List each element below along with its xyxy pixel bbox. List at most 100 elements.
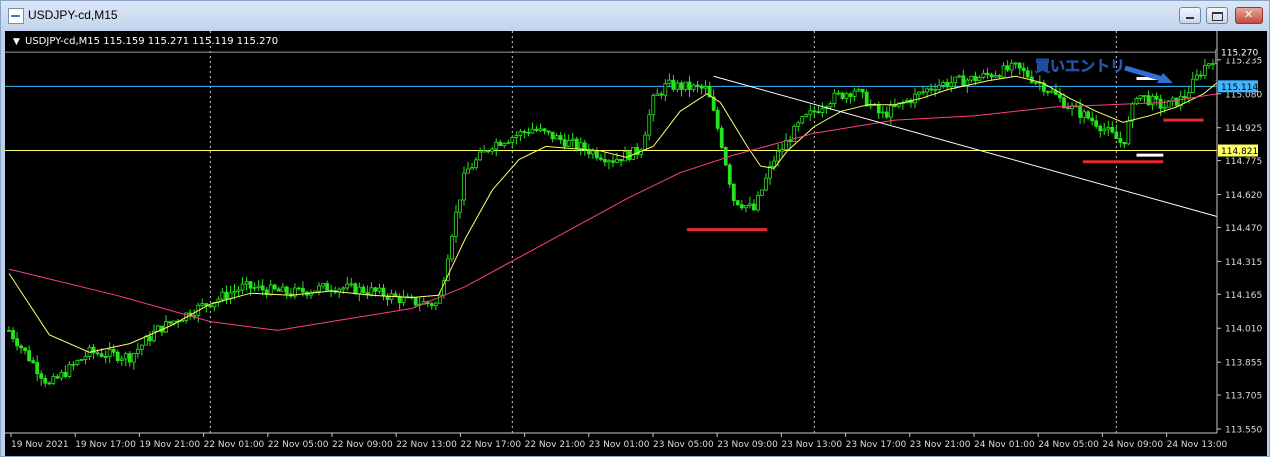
candle-body-129 [526,131,531,134]
candle-body-90 [369,287,374,295]
candle-body-15 [67,364,72,378]
candle-body-118 [482,150,487,153]
line-price-tag-0: 115.114 [1221,83,1258,93]
candle-body-267 [1082,111,1087,118]
candle-body-230 [933,89,938,91]
candle-body-66 [272,284,277,290]
candle-body-4 [23,347,28,351]
candle-body-261 [1058,93,1062,99]
chart-background [5,31,1267,456]
candle-body-200 [812,110,817,113]
x-tick-label-16: 24 Nov 05:00 [1038,440,1099,450]
candle-body-168 [683,81,688,90]
title-bar[interactable]: USDJPY-cd,M15 [1,1,1269,31]
candle-body-294 [1190,78,1195,93]
candle-body-35 [148,336,152,342]
x-tick-label-9: 23 Nov 01:00 [589,440,650,450]
candle-body-186 [756,194,760,211]
candle-body-112 [458,199,462,213]
candle-body-228 [925,88,929,93]
candle-body-135 [550,131,555,140]
candle-body-29 [123,353,128,360]
candle-body-114 [466,168,470,174]
entry-annotation-text: 買いエントリ [1035,57,1125,75]
candle-body-199 [808,110,813,115]
candle-body-72 [297,287,301,290]
minimize-button[interactable] [1179,7,1201,24]
candle-body-248 [1005,65,1010,71]
price-chart[interactable]: 115.235115.080114.925114.775114.620114.4… [5,31,1267,456]
candle-body-133 [542,128,547,132]
candle-body-207 [840,92,845,99]
candle-body-182 [739,204,744,209]
candle-body-85 [349,283,354,286]
candle-body-204 [828,103,833,108]
candle-body-192 [780,149,785,152]
candle-body-136 [554,135,559,140]
candle-body-280 [1134,98,1139,105]
candle-body-3 [19,345,23,349]
candle-body-166 [675,82,680,90]
candle-body-126 [514,135,519,138]
candle-body-147 [599,157,603,160]
y-tick-label-9: 113.855 [1225,359,1262,369]
candle-body-27 [115,351,120,361]
candle-body-270 [1094,120,1099,127]
candle-body-298 [1207,63,1211,67]
candle-body-58 [240,283,245,291]
y-tick-label-6: 114.315 [1225,258,1262,268]
candle-body-40 [168,321,172,324]
candle-body-246 [997,75,1002,78]
candle-body-269 [1090,117,1095,122]
candle-body-277 [1122,142,1127,145]
candle-body-236 [957,75,962,78]
candle-body-287 [1162,106,1167,109]
candle-body-83 [341,287,346,290]
x-tick-label-18: 24 Nov 13:00 [1167,440,1228,450]
window-title: USDJPY-cd,M15 [28,8,118,22]
candle-body-132 [538,128,543,131]
candle-body-165 [671,79,676,90]
candle-body-181 [735,200,740,206]
candle-body-299 [1211,63,1215,66]
candle-body-205 [832,92,837,104]
candle-body-117 [478,151,483,161]
candle-body-275 [1114,131,1119,139]
candle-body-113 [462,172,466,201]
candle-body-120 [490,148,495,152]
x-tick-label-6: 22 Nov 13:00 [396,440,457,450]
candle-body-125 [510,137,515,143]
candle-body-211 [856,88,861,92]
candle-body-180 [731,183,736,202]
candle-body-176 [715,109,720,129]
candle-body-229 [929,88,934,91]
candle-body-26 [111,348,116,353]
candle-body-172 [699,85,704,89]
candle-body-237 [961,75,966,87]
candle-body-250 [1013,62,1018,65]
candle-body-279 [1130,103,1135,122]
candle-body-158 [643,134,648,151]
candle-body-266 [1078,106,1082,118]
candle-body-14 [63,371,68,378]
candle-body-243 [985,72,990,76]
candle-body-167 [679,82,684,90]
candle-body-32 [135,348,140,354]
x-tick-label-17: 24 Nov 09:00 [1102,440,1163,450]
maximize-button[interactable] [1206,7,1228,24]
candle-body-247 [1001,65,1006,78]
candle-body-163 [663,83,668,96]
candle-body-13 [59,371,64,379]
candle-body-285 [1154,96,1159,100]
candle-body-235 [953,76,958,84]
x-tick-label-4: 22 Nov 05:00 [268,440,329,450]
close-button[interactable] [1235,7,1263,24]
candle-body-159 [647,114,652,136]
candle-body-173 [703,86,708,89]
candle-body-86 [353,283,358,295]
candle-body-12 [55,376,60,379]
candle-body-145 [590,150,595,155]
candle-body-245 [993,75,998,78]
candle-body-105 [429,303,434,307]
candle-body-272 [1102,128,1107,132]
